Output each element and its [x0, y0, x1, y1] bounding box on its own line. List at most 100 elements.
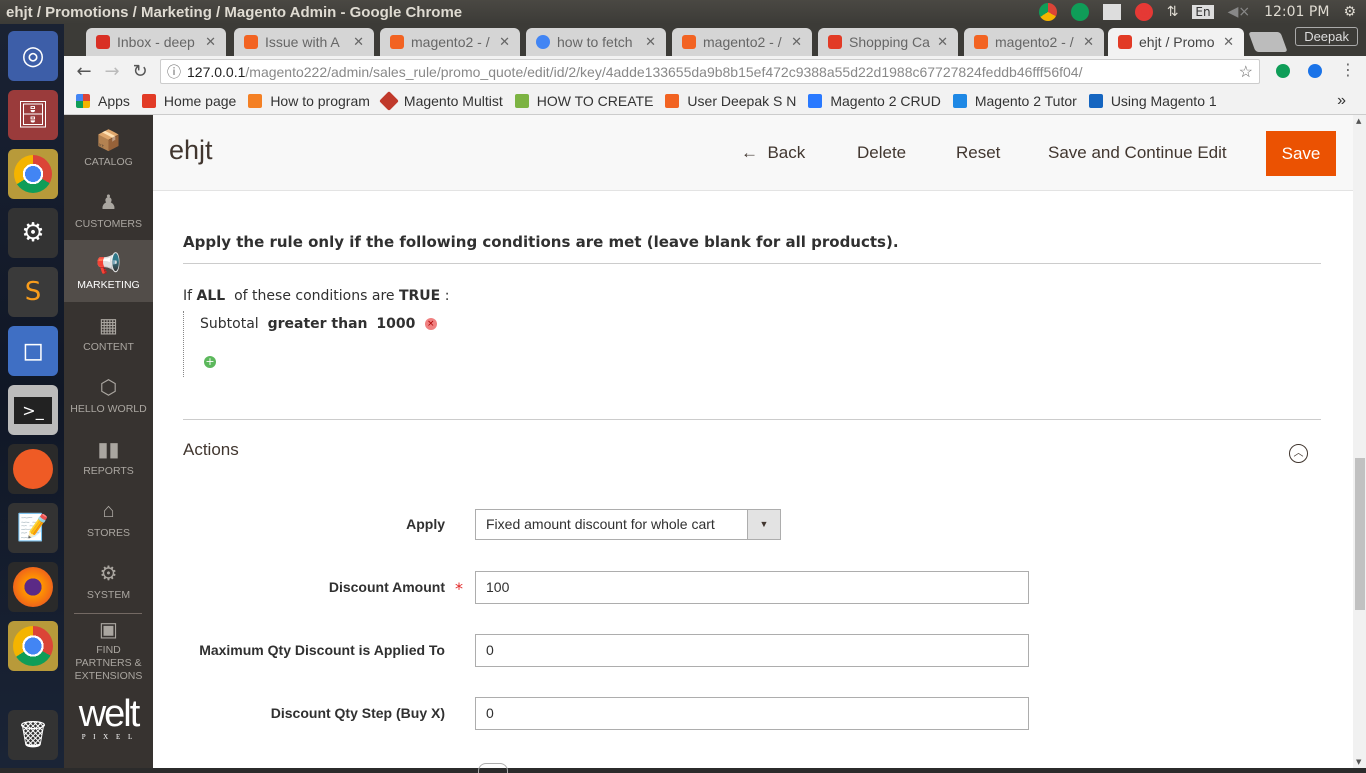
tab[interactable]: magento2 - / ✕ — [672, 28, 812, 56]
toggle-switch[interactable] — [478, 763, 508, 773]
aggregator-select[interactable]: ALL — [197, 288, 226, 304]
apply-select[interactable]: Fixed amount discount for whole cart ▼ — [475, 509, 781, 540]
tab[interactable]: Issue with A ✕ — [234, 28, 374, 56]
hangouts-ext-icon[interactable] — [1276, 64, 1290, 78]
bookmark[interactable]: Magento 2 Tutor — [952, 93, 1077, 109]
window-title: ehjt / Promotions / Marketing / Magento … — [6, 3, 463, 21]
address-bar[interactable]: ⓘ 127.0.0.1/magento222/admin/sales_rule/… — [160, 59, 1260, 84]
collapse-chevron-up-icon[interactable]: ︿ — [1289, 444, 1308, 463]
tab[interactable]: magento2 - / ✕ — [380, 28, 520, 56]
weltpixel-logo[interactable]: welt P I X E L — [64, 695, 153, 741]
back-button[interactable]: ← Back — [741, 143, 805, 163]
nav-stores[interactable]: ⌂ STORES — [64, 488, 153, 550]
close-tab-icon[interactable]: ✕ — [499, 34, 510, 50]
bookmark[interactable]: Magento 2 CRUD — [808, 93, 941, 109]
max-qty-input[interactable]: 0 — [475, 634, 1029, 667]
qty-step-input[interactable]: 0 — [475, 697, 1029, 730]
close-tab-icon[interactable]: ✕ — [205, 34, 216, 50]
nav-hello-world[interactable]: ⬡ HELLO WORLD — [64, 364, 153, 426]
value-select[interactable]: TRUE — [399, 288, 440, 304]
bookmark[interactable]: Using Magento 1 — [1088, 93, 1217, 109]
bookmark-star-icon[interactable]: ☆ — [1239, 62, 1253, 82]
add-condition-icon[interactable]: + — [204, 356, 216, 368]
scroll-down-arrow-icon[interactable]: ▼ — [1356, 758, 1361, 766]
nav-find-partners[interactable]: ▣ FIND PARTNERS & EXTENSIONS — [64, 615, 153, 685]
page-header: ehjt ← Back Delete Reset Save and Contin… — [153, 115, 1353, 191]
files-icon[interactable]: 🗄 — [8, 90, 58, 140]
divider — [183, 263, 1321, 264]
bookmark[interactable]: Home page — [141, 93, 236, 109]
keyboard-lang[interactable]: En — [1192, 5, 1214, 19]
close-tab-icon[interactable]: ✕ — [1083, 34, 1094, 50]
volume-muted-icon[interactable]: ◀× — [1228, 4, 1251, 20]
nav-customers[interactable]: ♟ CUSTOMERS — [64, 179, 153, 241]
operator-link[interactable]: greater than — [268, 316, 368, 332]
firefox-icon[interactable] — [8, 562, 58, 612]
nav-system[interactable]: ⚙ SYSTEM — [64, 550, 153, 612]
virtualbox-icon[interactable]: ◻ — [8, 326, 58, 376]
apps-grid-icon — [76, 93, 90, 108]
reload-icon[interactable]: ↻ — [126, 61, 154, 82]
profile-button[interactable]: Deepak — [1295, 27, 1358, 46]
actions-section-title[interactable]: Actions — [183, 440, 239, 460]
info-icon[interactable]: ⓘ — [167, 62, 181, 82]
nav-content[interactable]: ▦ CONTENT — [64, 302, 153, 364]
trash-icon[interactable]: 🗑 — [8, 710, 58, 760]
scrollbar-thumb[interactable] — [1355, 458, 1365, 610]
forward-nav-icon[interactable]: → — [98, 61, 126, 82]
nav-marketing[interactable]: 📢 MARKETING — [64, 240, 153, 302]
network-icon[interactable]: ⇅ — [1167, 4, 1179, 20]
tab[interactable]: Shopping Ca ✕ — [818, 28, 958, 56]
tab[interactable]: how to fetch ✕ — [526, 28, 666, 56]
delete-button[interactable]: Delete — [857, 143, 906, 163]
settings-icon[interactable]: ⚙ — [8, 208, 58, 258]
reset-button[interactable]: Reset — [956, 143, 1000, 163]
hangouts-icon[interactable] — [1070, 3, 1089, 21]
page-scrollbar[interactable]: ▲ ▼ — [1353, 115, 1366, 768]
clock[interactable]: 12:01 PM — [1264, 4, 1329, 20]
bookmark[interactable]: User Deepak S N — [665, 93, 796, 109]
tab-active[interactable]: ehjt / Promo ✕ — [1108, 28, 1244, 56]
save-button[interactable]: Save — [1266, 131, 1336, 176]
nav-reports[interactable]: ▮▮ REPORTS — [64, 426, 153, 488]
close-tab-icon[interactable]: ✕ — [645, 34, 656, 50]
power-icon[interactable]: ⚙ — [1343, 4, 1356, 20]
tab[interactable]: magento2 - / ✕ — [964, 28, 1104, 56]
chrome-launcher-icon[interactable] — [8, 149, 58, 199]
remove-condition-icon[interactable]: × — [424, 318, 437, 330]
extension-icon[interactable] — [1308, 64, 1322, 78]
tab[interactable]: Inbox - deep ✕ — [86, 28, 226, 56]
chrome-launcher-icon-2[interactable] — [8, 621, 58, 671]
back-nav-icon[interactable]: ← — [70, 61, 98, 82]
close-tab-icon[interactable]: ✕ — [937, 34, 948, 50]
close-tab-icon[interactable]: ✕ — [353, 34, 364, 50]
magento-icon — [828, 35, 842, 49]
bookmark[interactable]: HOW TO CREATE — [514, 93, 653, 109]
do-not-disturb-icon[interactable] — [1134, 3, 1153, 21]
nav-catalog[interactable]: 📦 CATALOG — [64, 117, 153, 179]
scroll-up-arrow-icon[interactable]: ▲ — [1356, 117, 1361, 125]
bookmark[interactable]: How to program — [248, 93, 370, 109]
bookmarks-bar: Apps Home page How to program Magento Mu… — [64, 87, 1366, 115]
close-tab-icon[interactable]: ✕ — [1223, 34, 1234, 50]
more-bookmarks-button[interactable]: » — [1337, 92, 1346, 110]
menu-lines-icon — [514, 93, 529, 108]
magento-se-icon — [682, 35, 696, 49]
terminal-icon[interactable]: >_ — [8, 385, 58, 435]
ubuntu-dash-icon[interactable]: ◎ — [8, 31, 58, 81]
sublime-icon[interactable]: S — [8, 267, 58, 317]
value-link[interactable]: 1000 — [376, 316, 415, 332]
bookmark-apps[interactable]: Apps — [76, 93, 130, 109]
bookmark[interactable]: Magento Multist — [379, 90, 503, 111]
chevron-down-icon[interactable]: ▼ — [747, 510, 780, 539]
chrome-tray-icon[interactable] — [1038, 3, 1057, 21]
text-editor-icon[interactable]: 📝 — [8, 503, 58, 553]
magento-se-icon — [244, 35, 258, 49]
list-icon[interactable] — [1102, 4, 1121, 20]
menu-icon[interactable]: ⋮ — [1340, 60, 1356, 79]
close-tab-icon[interactable]: ✕ — [791, 34, 802, 50]
postman-icon[interactable] — [8, 444, 58, 494]
discount-amount-input[interactable]: 100 — [475, 571, 1029, 604]
new-tab-button[interactable] — [1248, 32, 1288, 52]
save-continue-button[interactable]: Save and Continue Edit — [1048, 143, 1227, 163]
